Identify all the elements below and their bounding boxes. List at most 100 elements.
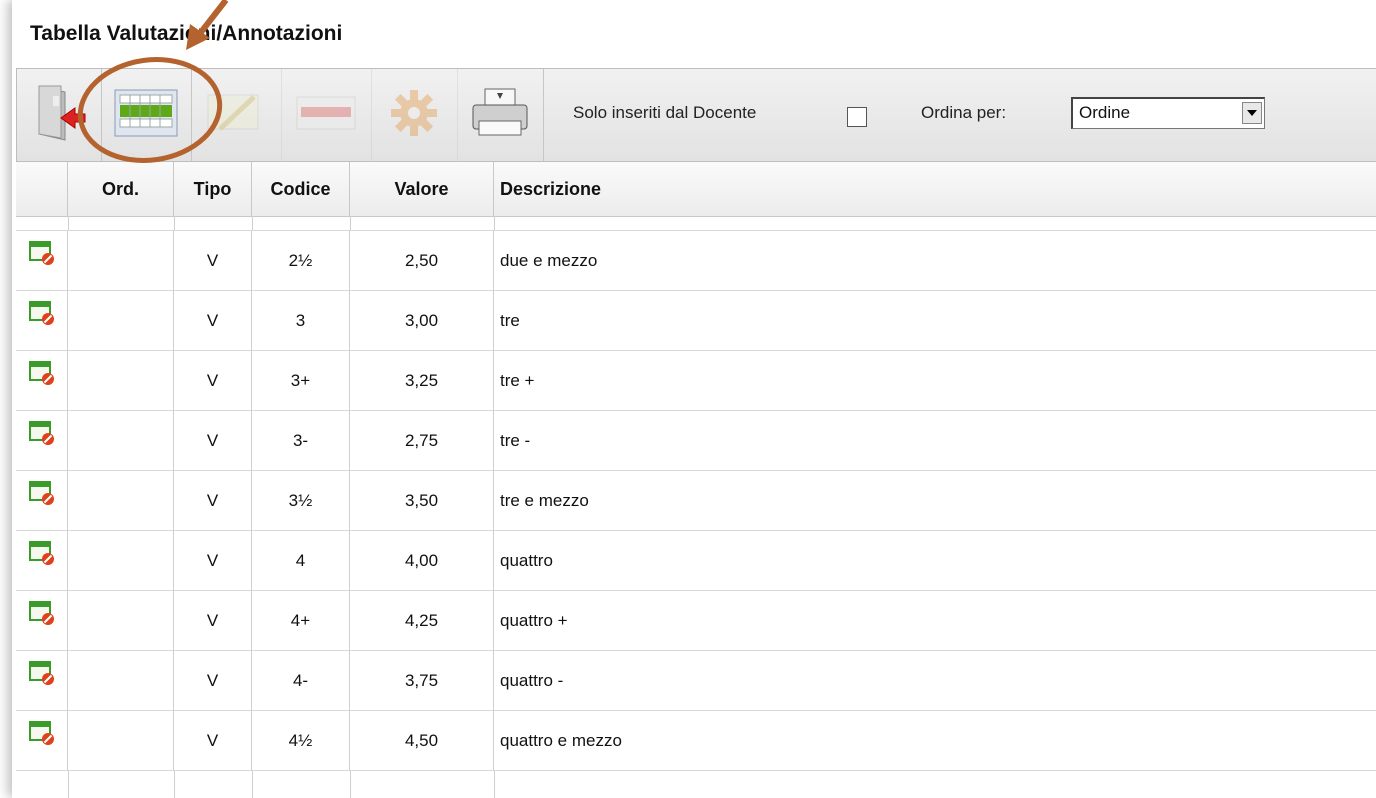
cell-codice: 3+ xyxy=(252,351,350,411)
cell-tipo: V xyxy=(174,711,252,771)
table-grid-icon xyxy=(114,89,178,142)
cell-valore: 4,25 xyxy=(350,591,494,651)
row-action-cell[interactable] xyxy=(16,711,68,771)
row-action-cell[interactable] xyxy=(16,291,68,351)
print-button[interactable] xyxy=(457,69,544,161)
delete-record-icon[interactable] xyxy=(28,711,55,771)
cell-codice: 3 xyxy=(252,291,350,351)
row-action-cell[interactable] xyxy=(16,411,68,471)
delete-record-icon[interactable] xyxy=(28,591,55,651)
cell-ord xyxy=(68,651,174,711)
cell-valore: 2,50 xyxy=(350,231,494,291)
column-header-codice[interactable]: Codice xyxy=(252,162,350,216)
delete-record-icon[interactable] xyxy=(28,351,55,411)
cell-ord xyxy=(68,591,174,651)
chevron-down-icon[interactable] xyxy=(1242,102,1262,124)
table-row[interactable]: V 4 4,00 quattro xyxy=(16,531,1376,591)
gear-icon xyxy=(389,88,439,143)
cell-descrizione: quattro - xyxy=(500,671,564,690)
cell-ord xyxy=(68,411,174,471)
table-row[interactable]: V 4½ 4,50 quattro e mezzo xyxy=(16,711,1376,771)
cell-tipo: V xyxy=(174,531,252,591)
table-row[interactable]: V 3+ 3,25 tre + xyxy=(16,351,1376,411)
table-row[interactable]: V 3½ 3,50 tre e mezzo xyxy=(16,471,1376,531)
cell-tipo: V xyxy=(174,591,252,651)
row-action-cell[interactable] xyxy=(16,231,68,291)
cell-valore: 3,00 xyxy=(350,291,494,351)
cell-codice: 4+ xyxy=(252,591,350,651)
row-action-cell[interactable] xyxy=(16,351,68,411)
table-row[interactable]: V 4- 3,75 quattro - xyxy=(16,651,1376,711)
cell-valore: 4,00 xyxy=(350,531,494,591)
column-header-valore[interactable]: Valore xyxy=(350,162,494,216)
delete-record-icon[interactable] xyxy=(28,411,55,471)
cell-codice: 4½ xyxy=(252,711,350,771)
exit-button[interactable] xyxy=(17,69,102,161)
cell-descrizione: quattro e mezzo xyxy=(500,731,622,750)
cell-valore: 4,50 xyxy=(350,711,494,771)
table-header: Ord. Tipo Codice Valore Descrizione xyxy=(16,162,1376,217)
toolbar: Solo inseriti dal Docente Ordina per: Or… xyxy=(16,68,1376,162)
cell-valore: 3,25 xyxy=(350,351,494,411)
cell-descrizione: tre xyxy=(500,311,520,330)
sort-select[interactable]: Ordine xyxy=(1071,97,1265,129)
cell-descrizione: due e mezzo xyxy=(500,251,598,270)
sort-select-value: Ordine xyxy=(1079,103,1131,122)
cell-valore: 2,75 xyxy=(350,411,494,471)
cell-ord xyxy=(68,531,174,591)
exit-door-icon xyxy=(31,82,87,149)
remove-row-icon xyxy=(295,93,357,138)
cell-valore: 3,75 xyxy=(350,651,494,711)
delete-record-icon[interactable] xyxy=(28,231,55,291)
cell-tipo: V xyxy=(174,651,252,711)
delete-record-icon[interactable] xyxy=(28,291,55,351)
table-row[interactable]: V 3 3,00 tre xyxy=(16,291,1376,351)
cell-tipo: V xyxy=(174,291,252,351)
cell-ord xyxy=(68,351,174,411)
cell-codice: 4- xyxy=(252,651,350,711)
page-title: Tabella Valutazioni/Annotazioni xyxy=(30,22,343,45)
sort-label: Ordina per: xyxy=(921,103,1007,122)
cell-tipo: V xyxy=(174,411,252,471)
delete-row-button[interactable] xyxy=(281,69,372,161)
row-action-cell[interactable] xyxy=(16,651,68,711)
table-body: V 2½ 2,50 due e mezzo V 3 3,00 tre V 3+ 3,25 tre + V… xyxy=(16,216,1376,798)
cell-ord xyxy=(68,471,174,531)
cell-descrizione: tre - xyxy=(500,431,531,450)
table-row[interactable]: V 2½ 2,50 due e mezzo xyxy=(16,231,1376,291)
table-view-button[interactable] xyxy=(101,69,192,161)
table-rows: V 2½ 2,50 due e mezzo V 3 3,00 tre V 3+ 3,25 tre + V… xyxy=(16,231,1376,798)
row-action-cell[interactable] xyxy=(16,531,68,591)
teacher-filter-checkbox[interactable] xyxy=(847,107,867,127)
table-row[interactable]: V 3- 2,75 tre - xyxy=(16,411,1376,471)
cell-ord xyxy=(68,231,174,291)
cell-tipo: V xyxy=(174,471,252,531)
evaluation-table-panel: Tabella Valutazioni/Annotazioni Solo ins… xyxy=(12,0,1376,798)
settings-button[interactable] xyxy=(371,69,458,161)
teacher-filter-label: Solo inseriti dal Docente xyxy=(573,103,757,122)
cell-codice: 3- xyxy=(252,411,350,471)
cell-codice: 3½ xyxy=(252,471,350,531)
delete-record-icon[interactable] xyxy=(28,531,55,591)
column-header-ord[interactable]: Ord. xyxy=(68,162,174,216)
table-row-partial xyxy=(16,771,1376,798)
row-action-cell[interactable] xyxy=(16,471,68,531)
row-action-cell[interactable] xyxy=(16,591,68,651)
printer-icon xyxy=(471,87,529,144)
table-spacer-row xyxy=(16,216,1376,231)
delete-record-icon[interactable] xyxy=(28,651,55,711)
edit-button[interactable] xyxy=(191,69,282,161)
cell-descrizione: tre e mezzo xyxy=(500,491,589,510)
column-header-icon xyxy=(16,162,68,216)
cell-ord xyxy=(68,711,174,771)
column-header-descrizione[interactable]: Descrizione xyxy=(494,162,1376,216)
cell-codice: 4 xyxy=(252,531,350,591)
delete-record-icon[interactable] xyxy=(28,471,55,531)
column-header-tipo[interactable]: Tipo xyxy=(174,162,252,216)
cell-descrizione: quattro + xyxy=(500,611,568,630)
cell-tipo: V xyxy=(174,231,252,291)
cell-tipo: V xyxy=(174,351,252,411)
table-row[interactable]: V 4+ 4,25 quattro + xyxy=(16,591,1376,651)
cell-ord xyxy=(68,291,174,351)
cell-valore: 3,50 xyxy=(350,471,494,531)
